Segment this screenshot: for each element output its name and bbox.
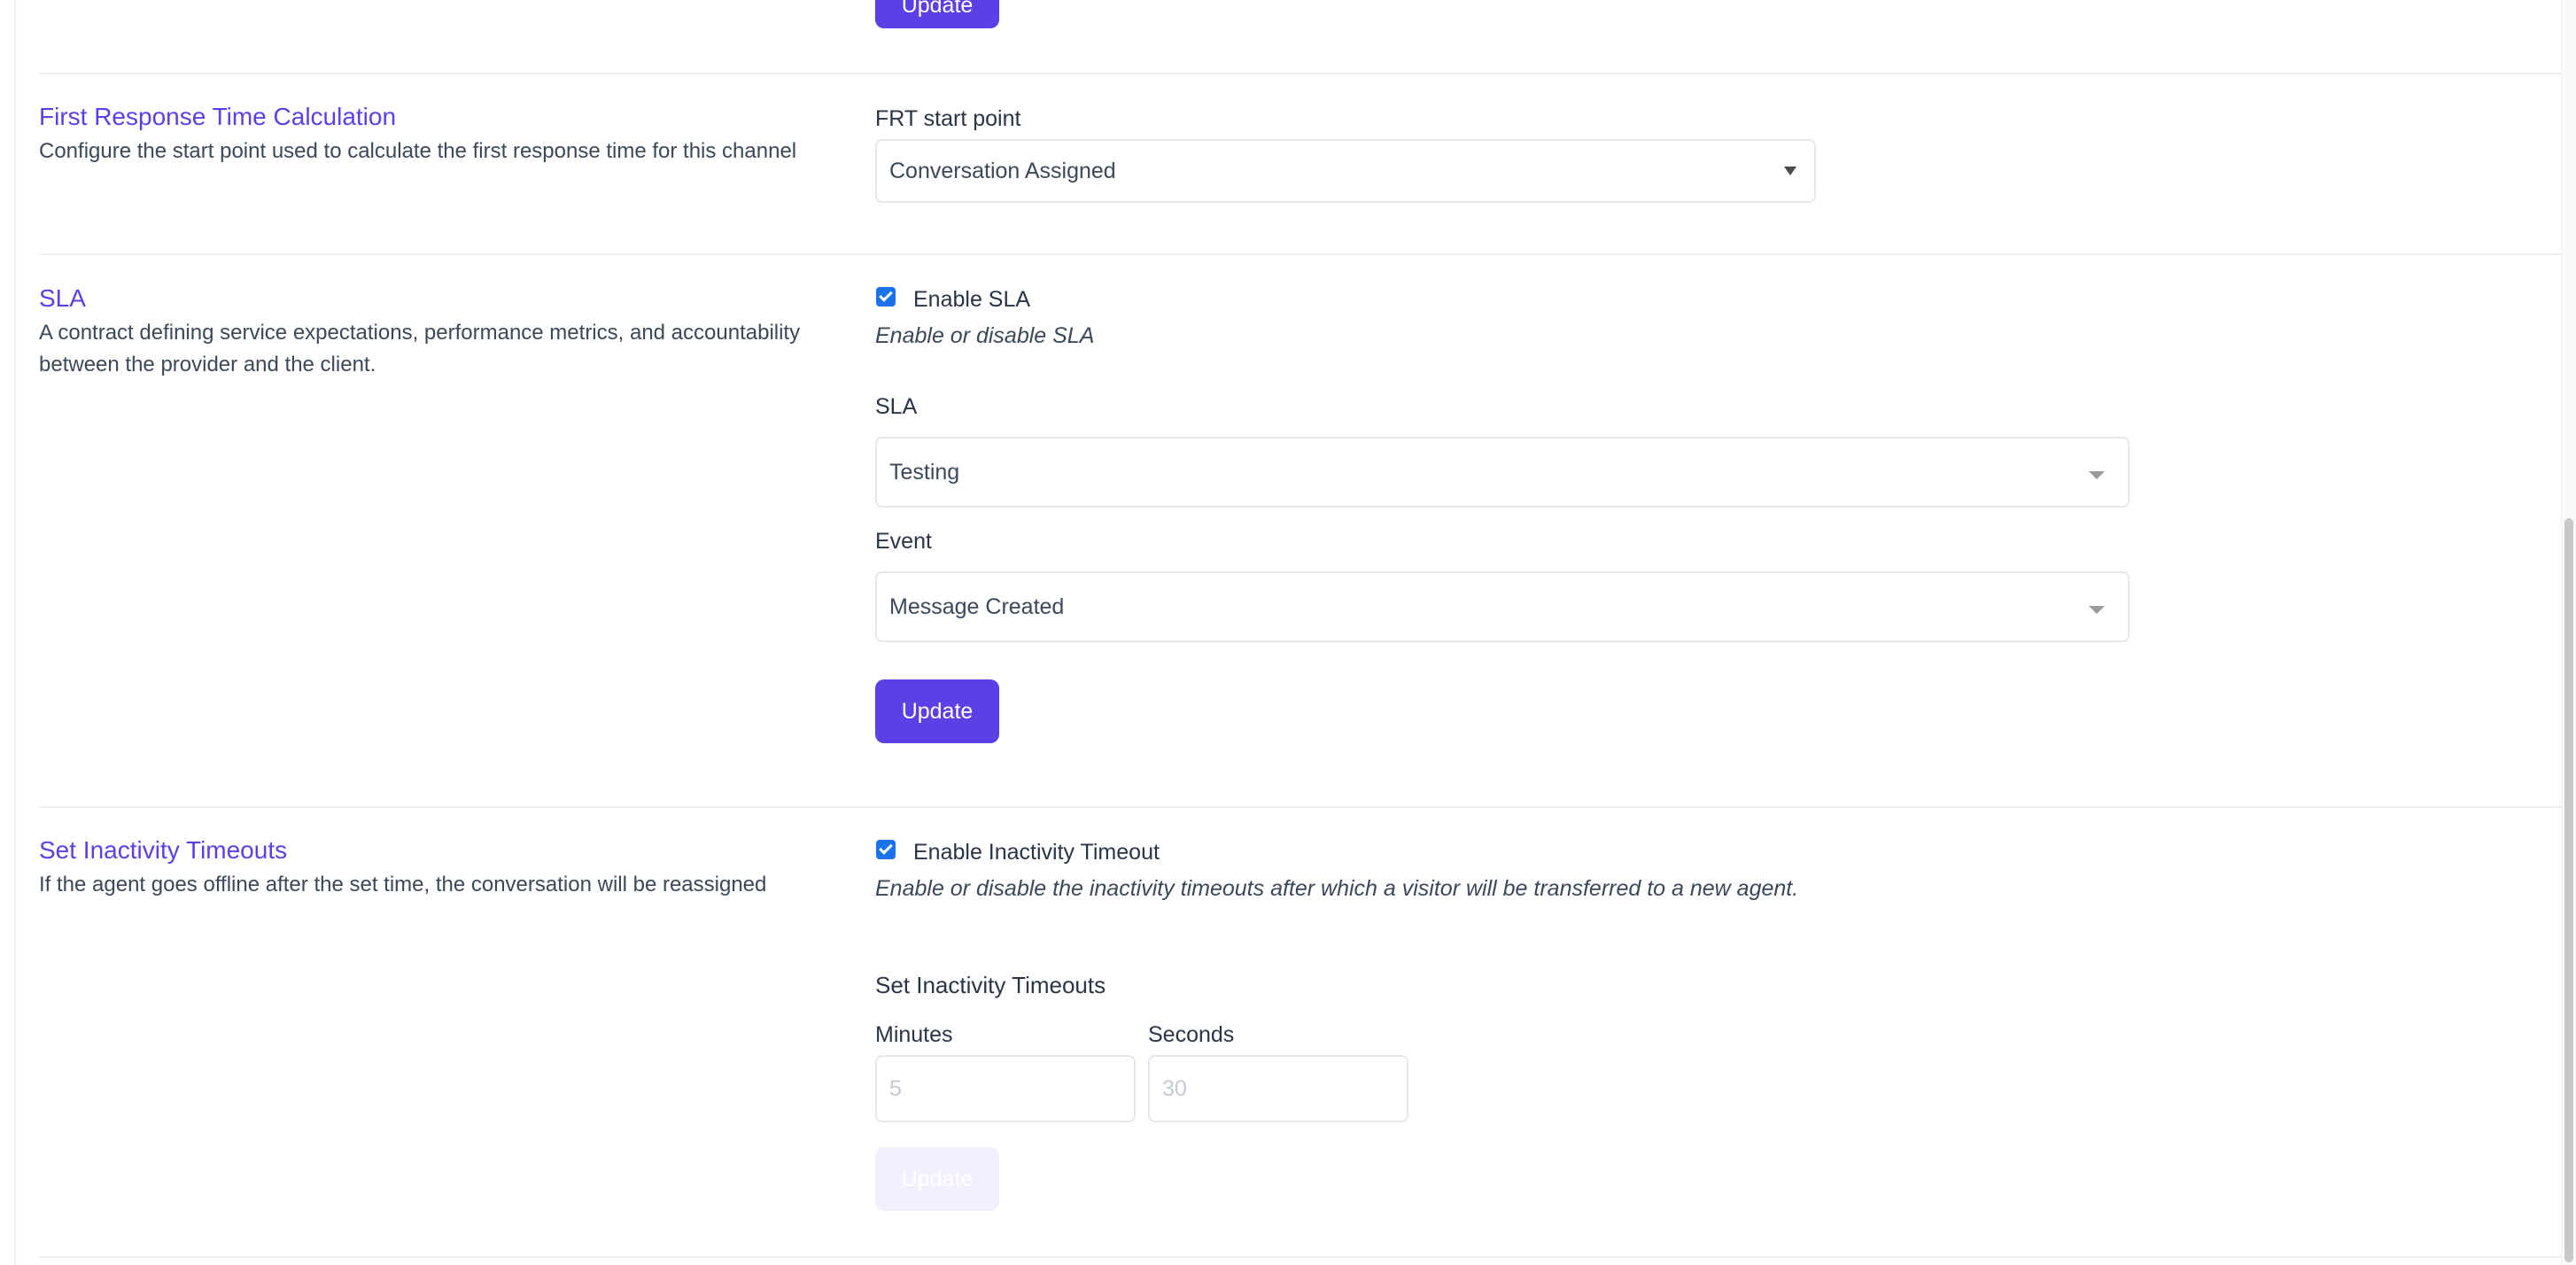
enable-inactivity-label: Enable Inactivity Timeout	[913, 840, 1160, 865]
scrollbar-thumb[interactable]	[2564, 518, 2573, 1262]
enable-inactivity-help: Enable or disable the inactivity timeout…	[875, 876, 1799, 901]
enable-sla-checkbox[interactable]	[876, 287, 896, 307]
event-label: Event	[875, 529, 932, 554]
frt-section-title: First Response Time Calculation	[39, 103, 397, 130]
divider-bottom	[39, 1256, 2562, 1258]
frt-start-point-label: FRT start point	[875, 106, 1021, 131]
top-update-button[interactable]: Update	[875, 0, 999, 28]
chevron-down-icon	[1784, 167, 1796, 175]
seconds-label: Seconds	[1148, 1022, 1235, 1047]
frt-section-description: Configure the start point used to calcul…	[39, 139, 797, 163]
inactivity-section-description: If the agent goes offline after the set …	[39, 873, 767, 896]
divider-sla	[39, 806, 2562, 808]
page-scrollbar[interactable]	[2561, 0, 2576, 1265]
sla-update-button[interactable]: Update	[875, 679, 999, 743]
sla-section-title: SLA	[39, 284, 86, 312]
chevron-down-icon	[2089, 471, 2105, 479]
inactivity-update-button[interactable]: Update	[875, 1147, 999, 1211]
chevron-down-icon	[2089, 606, 2105, 614]
settings-page: Update First Response Time Calculation C…	[14, 0, 2562, 1265]
frt-start-point-value: Conversation Assigned	[889, 158, 1116, 183]
enable-inactivity-checkbox[interactable]	[876, 840, 896, 859]
inactivity-subheading: Set Inactivity Timeouts	[875, 972, 1106, 998]
divider-frt	[39, 253, 2562, 255]
event-select[interactable]: Message Created	[875, 571, 2130, 642]
minutes-input[interactable]	[875, 1055, 1136, 1122]
inactivity-section-title: Set Inactivity Timeouts	[39, 836, 288, 864]
event-select-value: Message Created	[889, 594, 1065, 619]
sla-select[interactable]: Testing	[875, 437, 2130, 508]
seconds-input[interactable]	[1148, 1055, 1408, 1122]
frt-start-point-select[interactable]: Conversation Assigned	[875, 139, 1816, 203]
enable-sla-help: Enable or disable SLA	[875, 323, 1095, 348]
enable-sla-label: Enable SLA	[913, 287, 1031, 312]
sla-section-description: A contract defining service expectations…	[39, 321, 801, 376]
sla-select-value: Testing	[889, 459, 960, 485]
divider-top	[39, 73, 2562, 74]
minutes-label: Minutes	[875, 1022, 953, 1047]
sla-label: SLA	[875, 394, 918, 419]
